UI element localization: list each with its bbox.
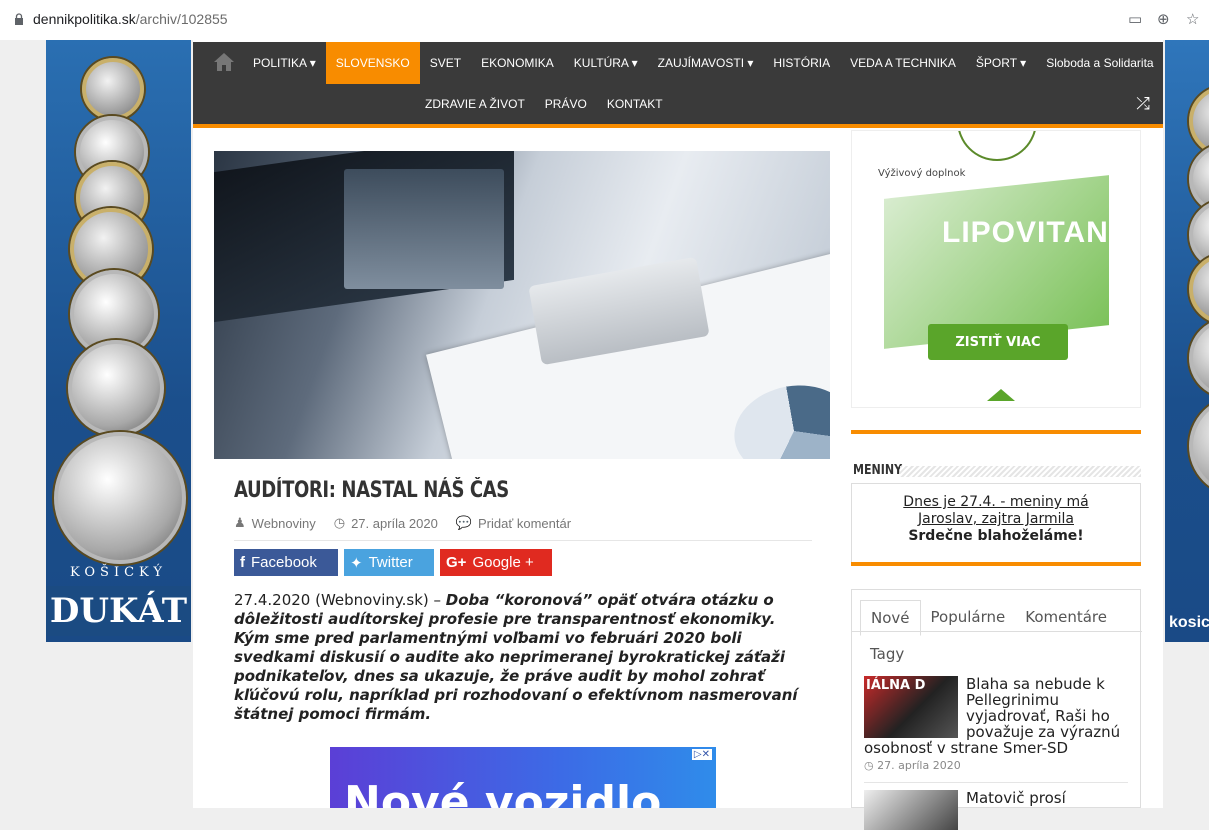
divider <box>864 782 1128 783</box>
news-title[interactable]: Matovič prosí <box>966 789 1066 807</box>
meniny-line-1[interactable]: Dnes je 27.4. - meniny má <box>852 494 1140 511</box>
meniny-greeting: Srdečne blahoželáme! <box>908 528 1084 544</box>
nav-item-slovensko[interactable]: SLOVENSKO <box>325 42 420 84</box>
lead-source: 27.4.2020 (Webnoviny.sk) – <box>234 591 446 609</box>
coin-image <box>68 340 164 436</box>
lead-text: Doba “koronová” opäť otvára otázku o dôl… <box>234 591 798 723</box>
coin-image <box>1189 396 1209 496</box>
article-lead: 27.4.2020 (Webnoviny.sk) – Doba “koronov… <box>234 591 814 724</box>
browser-address-bar: dennikpolitika.sk/archiv/102855 ▭ ⊕ ☆ <box>0 0 1209 40</box>
thumbnail-caption: IÁLNA D <box>866 678 926 693</box>
add-comment-link: Pridať komentár <box>478 515 572 531</box>
main-navigation: POLITIKA ▾ SLOVENSKO SVET EKONOMIKA KULT… <box>193 42 1163 128</box>
home-icon[interactable] <box>213 52 235 72</box>
photo-screen <box>344 169 504 289</box>
ad-text-kosic: kosic <box>1169 614 1209 631</box>
random-article-button[interactable]: ⤮ <box>1123 84 1163 124</box>
ad-text-dukat: DUKÁT <box>46 586 191 636</box>
nav-item-zdravie-a-zivot[interactable]: ZDRAVIE A ŽIVOT <box>415 84 535 124</box>
right-coin-ad[interactable]: kosic <box>1165 40 1209 642</box>
widget-divider <box>851 430 1141 434</box>
url-host: dennikpolitika.sk <box>33 11 136 27</box>
learn-more-button[interactable]: ZISTIŤ VIAC <box>928 324 1068 360</box>
list-item[interactable]: Matovič prosí <box>864 790 1132 830</box>
shuffle-icon: ⤮ <box>1136 94 1150 114</box>
product-box-image <box>884 175 1109 349</box>
news-thumbnail[interactable] <box>864 790 958 830</box>
triangle-icon <box>987 389 1015 401</box>
twitter-share-label: Twitter <box>368 554 413 571</box>
ad-text-kosicky: KOŠICKÝ <box>70 565 167 580</box>
tab-divider <box>852 631 1142 632</box>
user-icon: ♟ <box>234 515 246 530</box>
url-path: /archiv/102855 <box>135 11 228 27</box>
widget-divider <box>851 562 1141 566</box>
nav-row-secondary: ZDRAVIE A ŽIVOT PRÁVO KONTAKT <box>415 84 673 124</box>
sidebar-product-ad[interactable]: Výživový doplnok LIPOVITAN S ZISTIŤ VIAC <box>851 130 1141 408</box>
ad-choices-icon[interactable]: ▷✕ <box>691 749 712 760</box>
reader-mode-icon[interactable]: ▭ <box>1128 10 1142 28</box>
tab-tagy[interactable]: Tagy <box>870 645 904 663</box>
nav-item-sport[interactable]: ŠPORT ▾ <box>966 42 1036 84</box>
product-brand: LIPOVITAN S <box>942 216 1140 249</box>
left-coin-ad[interactable]: KOŠICKÝ DUKÁT <box>46 40 191 642</box>
nav-item-sloboda-a-solidarita[interactable]: Sloboda a Solidarita <box>1036 42 1163 84</box>
lock-icon <box>15 13 23 25</box>
article-date: 27. apríla 2020 <box>351 515 438 531</box>
nav-item-veda-a-technika[interactable]: VEDA A TECHNIKA <box>840 42 966 84</box>
coin-image <box>1189 86 1209 156</box>
twitter-icon: ✦ <box>350 554 363 572</box>
inline-ad-banner[interactable]: ▷✕ Nové vozidlo <box>330 747 716 808</box>
nav-item-ekonomika[interactable]: EKONOMIKA <box>471 42 564 84</box>
coin-image <box>1189 254 1209 324</box>
google-plus-icon: G+ <box>446 554 467 571</box>
article-author: Webnoviny <box>251 515 316 531</box>
nav-item-kontakt[interactable]: KONTAKT <box>597 84 673 124</box>
zoom-icon[interactable]: ⊕ <box>1157 10 1170 28</box>
heading-stripes <box>900 466 1141 477</box>
coin-image <box>82 58 144 120</box>
comment-icon: 💬 <box>455 515 472 530</box>
bookmark-star-icon[interactable]: ☆ <box>1186 10 1199 28</box>
twitter-share-button[interactable]: ✦ Twitter <box>344 549 434 576</box>
author-meta[interactable]: ♟ Webnoviny <box>234 515 316 531</box>
coin-image <box>54 432 186 564</box>
meniny-widget: Dnes je 27.4. - meniny má Jaroslav, zajt… <box>851 483 1141 563</box>
nav-row-primary: POLITIKA ▾ SLOVENSKO SVET EKONOMIKA KULT… <box>243 42 1164 84</box>
nav-item-zaujimavosti[interactable]: ZAUJÍMAVOSTI ▾ <box>648 42 764 84</box>
comment-meta[interactable]: 💬 Pridať komentár <box>456 515 571 531</box>
url-field[interactable]: dennikpolitika.sk/archiv/102855 <box>33 11 228 27</box>
nav-item-svet[interactable]: SVET <box>420 42 471 84</box>
news-thumbnail[interactable]: IÁLNA D <box>864 676 958 738</box>
coin-image <box>1189 318 1209 398</box>
news-date-row: ◷ 27. apríla 2020 <box>864 758 1132 774</box>
nav-item-kultura[interactable]: KULTÚRA ▾ <box>564 42 648 84</box>
nav-item-historia[interactable]: HISTÓRIA <box>763 42 840 84</box>
facebook-share-label: Facebook <box>251 554 317 571</box>
clock-icon: ◷ <box>333 515 346 530</box>
posts-tabs-widget: Nové Populárne Komentáre Tagy IÁLNA D Bl… <box>851 589 1142 830</box>
clock-icon: ◷ <box>864 759 874 772</box>
news-date: 27. apríla 2020 <box>877 759 961 772</box>
article-title: AUDÍTORI: NASTAL NÁŠ ČAS <box>234 478 509 503</box>
facebook-share-button[interactable]: f Facebook <box>234 549 338 576</box>
nav-item-politika[interactable]: POLITIKA ▾ <box>243 42 326 84</box>
google-share-label: Google + <box>472 554 534 571</box>
nav-item-pravo[interactable]: PRÁVO <box>535 84 597 124</box>
divider <box>234 540 812 541</box>
google-share-button[interactable]: G+ Google + <box>440 549 552 576</box>
thistle-image <box>957 131 1037 161</box>
list-item[interactable]: IÁLNA D Blaha sa nebude k Pellegrinimu v… <box>864 676 1132 774</box>
meniny-line-2[interactable]: Jaroslav, zajtra Jarmila <box>852 511 1140 528</box>
meniny-heading: MENINY <box>853 463 903 478</box>
article-hero-image <box>214 151 830 459</box>
date-meta: ◷ 27. apríla 2020 <box>334 515 438 531</box>
facebook-icon: f <box>240 554 245 571</box>
inline-ad-text: Nové vozidlo <box>344 777 662 808</box>
ad-label: Výživový doplnok <box>878 168 966 179</box>
article-meta: ♟ Webnoviny ◷ 27. apríla 2020 💬 Pridať kome… <box>234 515 571 531</box>
